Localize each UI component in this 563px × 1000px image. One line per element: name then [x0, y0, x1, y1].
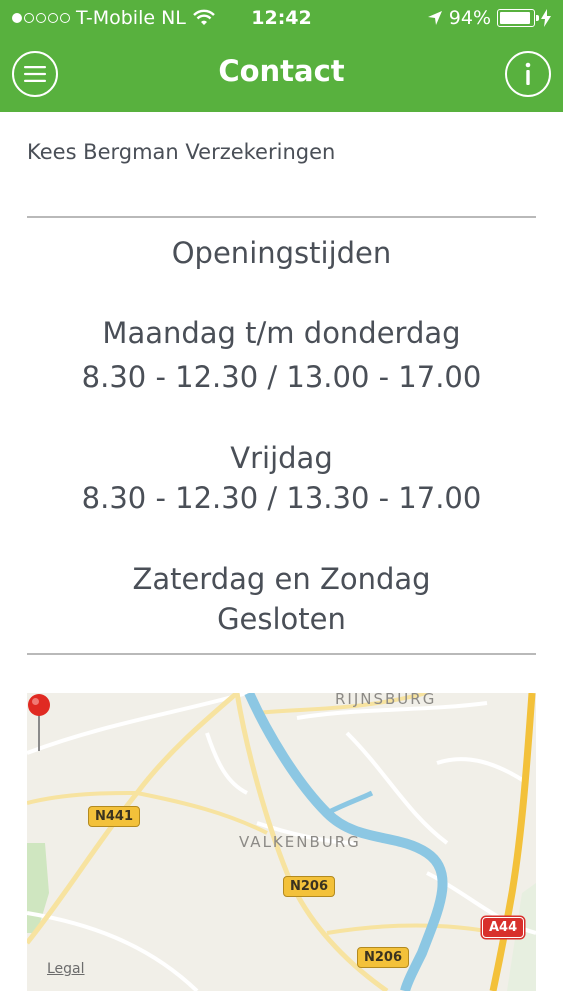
road-shield: N441: [88, 806, 141, 827]
status-bar: T-Mobile NL 12:42 94%: [0, 0, 563, 36]
battery-tip: [536, 15, 539, 21]
battery-icon: [497, 9, 539, 27]
battery-percent: 94%: [448, 7, 491, 29]
hours-times: Gesloten: [217, 602, 346, 636]
hours-times: 8.30 - 12.30 / 13.00 - 17.00: [81, 360, 482, 394]
map-legal-link[interactable]: Legal: [47, 961, 85, 977]
road-shield: N206: [357, 947, 410, 968]
hours-times: 8.30 - 12.30 / 13.30 - 17.00: [81, 481, 482, 515]
nav-bar: Contact: [0, 36, 563, 112]
page-title: Contact: [218, 54, 345, 88]
hours-days: Zaterdag en Zondag: [132, 562, 431, 596]
road-shield: N206: [283, 876, 336, 897]
divider: [27, 653, 536, 655]
map-place-label: VALKENBURG: [239, 833, 361, 851]
divider: [27, 216, 536, 218]
charging-bolt-icon: [541, 9, 551, 27]
opening-hours-title: Openingstijden: [171, 236, 392, 270]
location-arrow-icon: [427, 11, 442, 25]
hours-days: Vrijdag: [230, 441, 333, 475]
location-map[interactable]: RIJNSBURG VALKENBURG N441 N206 N206 A44 …: [27, 693, 536, 991]
map-place-label: RIJNSBURG: [335, 693, 437, 708]
battery-fill: [500, 12, 531, 24]
hours-days: Maandag t/m donderdag: [102, 316, 461, 350]
map-pin-icon[interactable]: [27, 693, 51, 753]
company-name: Kees Bergman Verzekeringen: [27, 140, 336, 164]
info-button[interactable]: [505, 51, 551, 97]
info-icon: [525, 62, 531, 85]
road-shield: A44: [482, 917, 525, 938]
status-right: 94%: [427, 7, 551, 29]
